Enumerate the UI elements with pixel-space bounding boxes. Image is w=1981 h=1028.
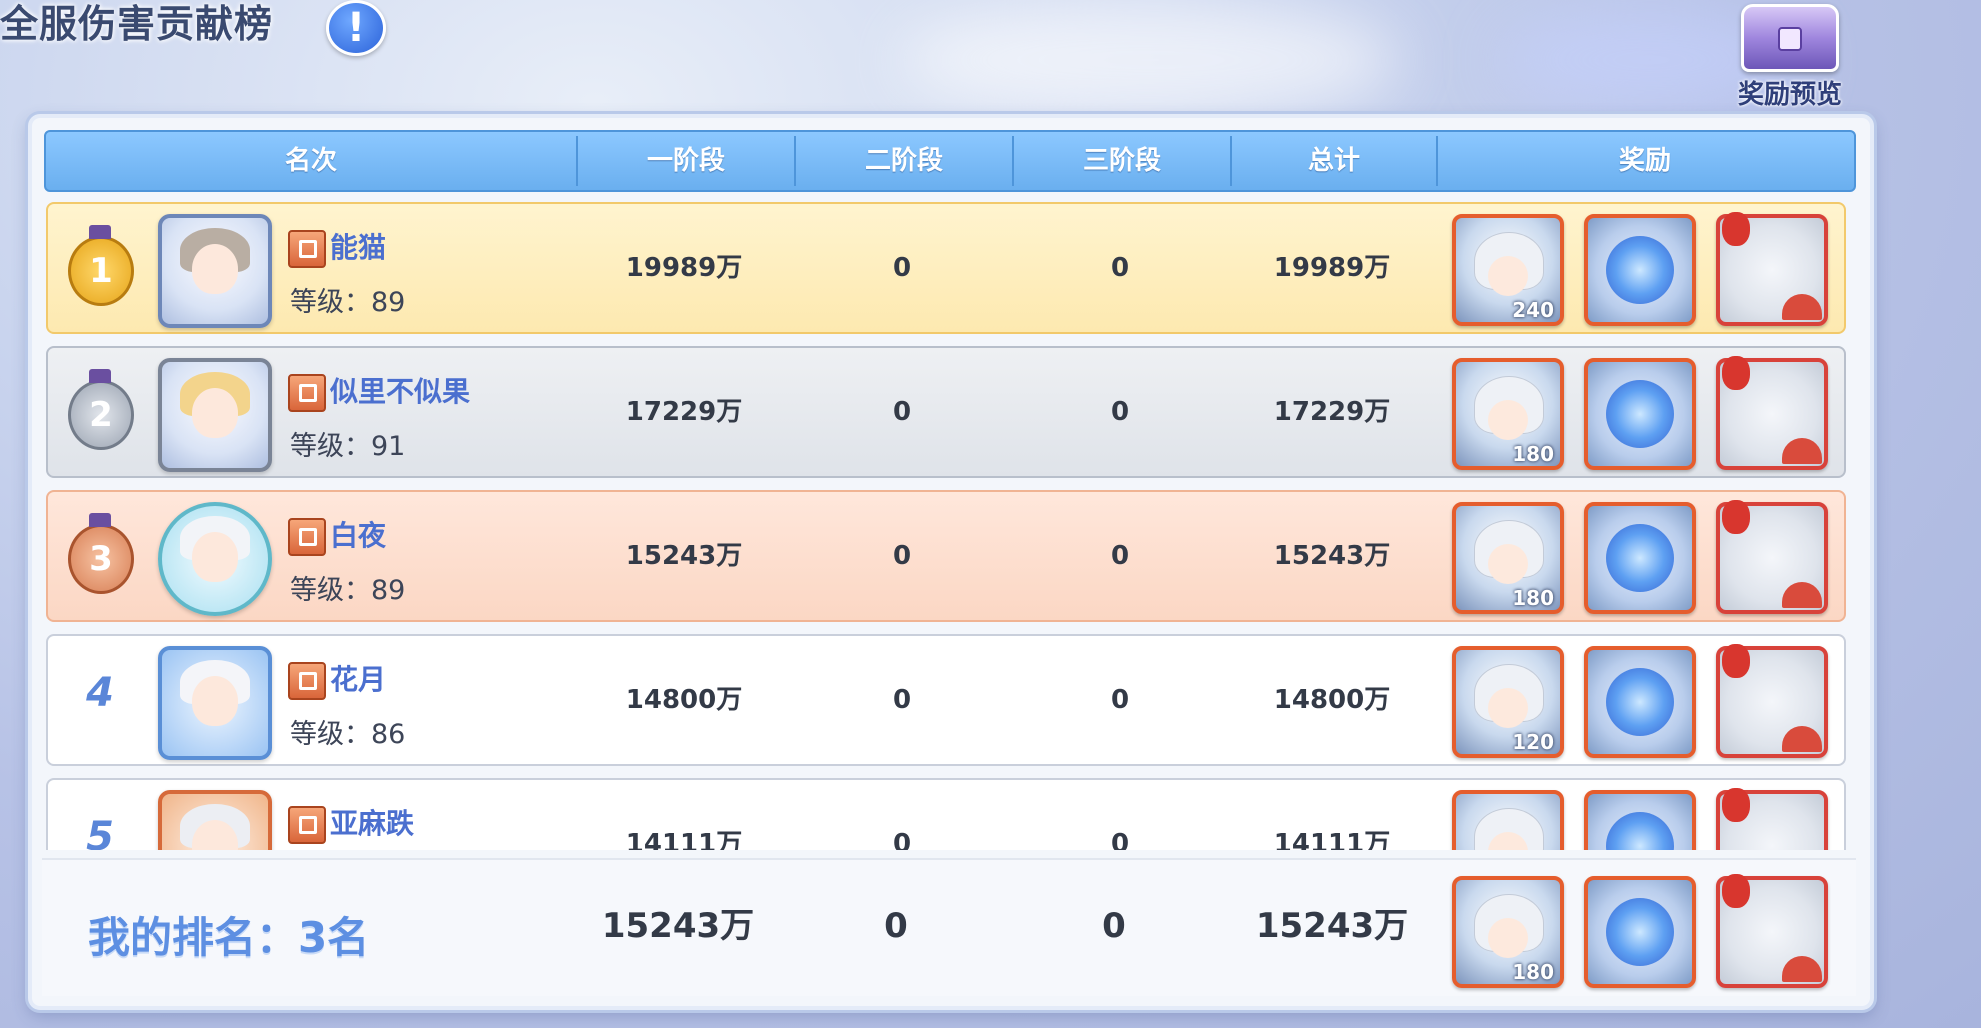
blue-rose-reward-icon[interactable] (1584, 790, 1696, 850)
player-avatar[interactable] (158, 646, 272, 760)
stage3-value: 0 (1110, 685, 1130, 715)
table-row[interactable]: 3 白夜 等级：89 15243万 0 0 15243万 180 (46, 490, 1846, 622)
header-stage1: 一阶段 (646, 146, 725, 176)
my-stage1-value: 15243万 (601, 906, 755, 946)
table-row[interactable]: 5 亚麻跌 14111万 0 0 14111万 (46, 778, 1846, 850)
guild-icon (288, 662, 326, 700)
blue-rose-reward-icon[interactable] (1584, 358, 1696, 470)
total-value: 14800万 (1273, 685, 1391, 715)
player-name: 花月 (330, 663, 387, 696)
blue-rose-reward-icon[interactable] (1584, 646, 1696, 758)
guild-icon (288, 518, 326, 556)
character-reward-icon[interactable] (1452, 790, 1564, 850)
stage2-value: 0 (892, 829, 912, 850)
character-reward-icon[interactable]: 240 (1452, 214, 1564, 326)
table-header: 名次 一阶段 二阶段 三阶段 总计 奖励 (44, 130, 1856, 192)
lock-icon (1778, 27, 1802, 51)
ranking-panel: 名次 一阶段 二阶段 三阶段 总计 奖励 1 能猫 等级：89 19989万 0… (28, 114, 1874, 1010)
avatar-frame-reward-icon[interactable] (1716, 500, 1828, 614)
stage3-value: 0 (1110, 541, 1130, 571)
player-level: 等级：89 (290, 287, 406, 318)
avatar-frame-reward-icon[interactable] (1716, 788, 1828, 850)
my-stage2-value: 0 (884, 906, 908, 946)
stage3-value: 0 (1110, 253, 1130, 283)
table-row[interactable]: 4 花月 等级：86 14800万 0 0 14800万 120 (46, 634, 1846, 766)
reward-preview-label: 奖励预览 (1737, 80, 1842, 110)
table-row[interactable]: 1 能猫 等级：89 19989万 0 0 19989万 240 (46, 202, 1846, 334)
stage1-value: 14800万 (625, 685, 743, 715)
rank-number: 5 (86, 814, 114, 850)
header-total: 总计 (1307, 146, 1360, 176)
bronze-medal-icon: 3 (68, 513, 134, 594)
rank-number: 4 (86, 670, 114, 716)
blue-rose-reward-icon[interactable] (1584, 876, 1696, 988)
total-value: 17229万 (1273, 397, 1391, 427)
blue-rose-reward-icon[interactable] (1584, 502, 1696, 614)
guild-icon (288, 806, 326, 844)
total-value: 14111万 (1273, 829, 1391, 850)
stage2-value: 0 (892, 397, 912, 427)
player-avatar[interactable] (158, 358, 272, 472)
player-avatar[interactable] (158, 502, 272, 616)
player-name: 白夜 (330, 519, 387, 552)
avatar-frame-reward-icon[interactable] (1716, 644, 1828, 758)
blue-rose-reward-icon[interactable] (1584, 214, 1696, 326)
page-title: 全服伤害贡献榜 (0, 2, 274, 46)
stage2-value: 0 (892, 685, 912, 715)
total-value: 15243万 (1273, 541, 1391, 571)
character-reward-icon[interactable]: 180 (1452, 502, 1564, 614)
player-avatar[interactable] (158, 790, 272, 850)
guild-icon (288, 374, 326, 412)
ranking-list[interactable]: 1 能猫 等级：89 19989万 0 0 19989万 240 2 似里不似果… (42, 202, 1856, 850)
table-row[interactable]: 2 似里不似果 等级：91 17229万 0 0 17229万 180 (46, 346, 1846, 478)
header-stage3: 三阶段 (1082, 146, 1161, 176)
player-level: 等级：89 (290, 575, 406, 606)
player-avatar[interactable] (158, 214, 272, 328)
stage1-value: 19989万 (625, 253, 743, 283)
my-stage3-value: 0 (1102, 906, 1126, 946)
character-reward-icon[interactable]: 120 (1452, 646, 1564, 758)
chest-icon (1741, 4, 1839, 72)
stage2-value: 0 (892, 541, 912, 571)
player-level: 等级：86 (290, 719, 406, 750)
exclamation-icon[interactable]: ! (326, 0, 386, 56)
silver-medal-icon: 2 (68, 369, 134, 450)
stage3-value: 0 (1110, 829, 1130, 850)
header-stage2: 二阶段 (864, 146, 943, 176)
player-name: 亚麻跌 (330, 807, 415, 840)
header-rank: 名次 (284, 146, 337, 176)
player-name: 似里不似果 (330, 375, 471, 408)
my-rank-label: 我的排名：3名 (88, 913, 370, 962)
my-total-value: 15243万 (1255, 906, 1409, 946)
stage1-value: 14111万 (625, 829, 743, 850)
total-value: 19989万 (1273, 253, 1391, 283)
guild-icon (288, 230, 326, 268)
stage2-value: 0 (892, 253, 912, 283)
player-level: 等级：91 (290, 431, 406, 462)
header-reward: 奖励 (1618, 146, 1671, 176)
avatar-frame-reward-icon[interactable] (1716, 212, 1828, 326)
gold-medal-icon: 1 (68, 225, 134, 306)
character-reward-icon[interactable]: 180 (1452, 876, 1564, 988)
stage1-value: 15243万 (625, 541, 743, 571)
my-rank-bar: 我的排名：3名 15243万 0 0 15243万 180 (42, 858, 1856, 996)
stage1-value: 17229万 (625, 397, 743, 427)
player-name: 能猫 (330, 231, 387, 264)
character-reward-icon[interactable]: 180 (1452, 358, 1564, 470)
stage3-value: 0 (1110, 397, 1130, 427)
reward-preview-button[interactable]: 奖励预览 (1730, 4, 1850, 110)
avatar-frame-reward-icon[interactable] (1716, 356, 1828, 470)
avatar-frame-reward-icon[interactable] (1716, 874, 1828, 988)
